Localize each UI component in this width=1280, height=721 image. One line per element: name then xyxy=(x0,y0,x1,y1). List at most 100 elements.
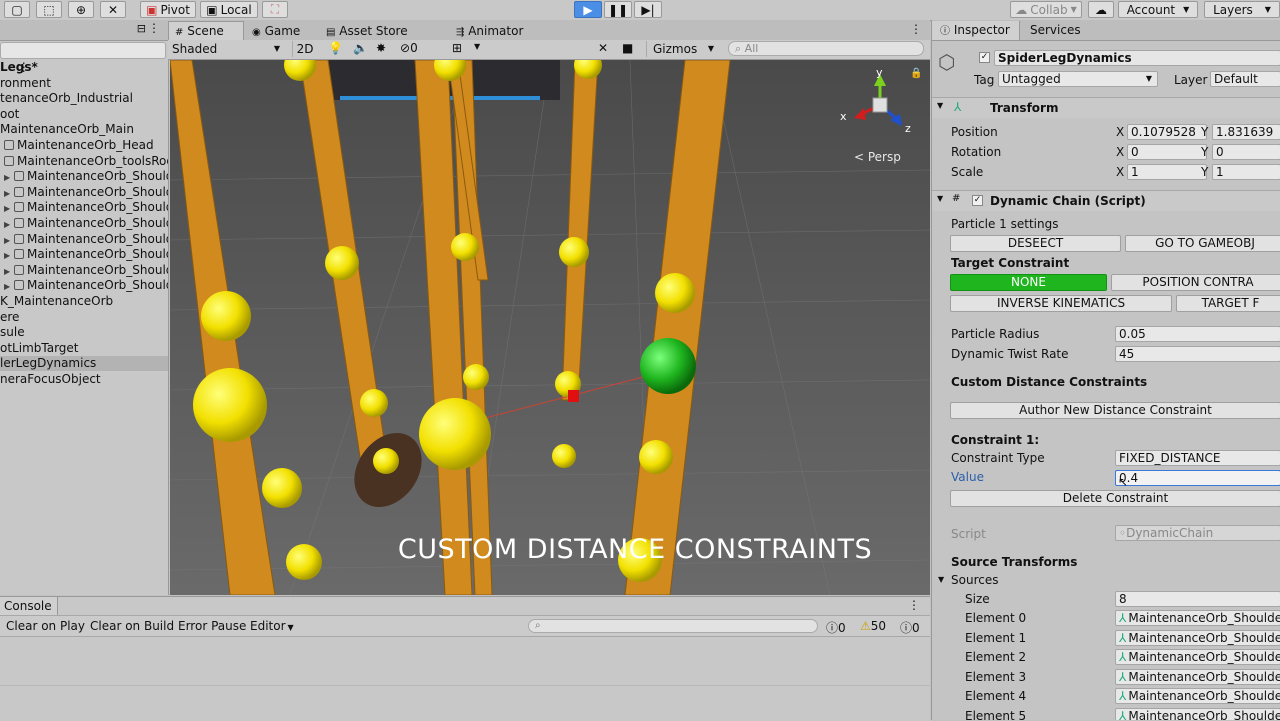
none-button[interactable]: NONE xyxy=(950,274,1107,291)
active-checkbox[interactable]: ✓ xyxy=(979,52,990,63)
pivot-button[interactable]: ▣ Pivot xyxy=(140,1,196,18)
tab-inspector[interactable]: ⓘ Inspector xyxy=(932,21,1020,40)
lock-icon[interactable]: 🔒 xyxy=(910,68,922,79)
transform-x-field[interactable]: 0.1079528 xyxy=(1127,124,1207,140)
transform-x-field[interactable]: 1 xyxy=(1127,164,1207,180)
author-constraint-button[interactable]: Author New Distance Constraint xyxy=(950,402,1280,419)
tools-icon[interactable]: ✕ xyxy=(598,41,608,55)
hierarchy-item[interactable]: Legs* ⋮ xyxy=(0,60,38,75)
hierarchy-item[interactable]: K_MaintenanceOrb xyxy=(0,294,113,309)
hierarchy-item[interactable]: MaintenanceOrb_toolsRoot xyxy=(0,154,168,169)
scene-viewport[interactable]: y x z 🔒 < Persp CUSTOM DISTANCE CONSTRAI… xyxy=(170,60,930,595)
goto-gameobject-button[interactable]: GO TO GAMEOBJ xyxy=(1125,235,1280,252)
chevron-down-icon[interactable]: ▼ xyxy=(938,575,944,584)
source-element-field[interactable]: ⅄ MaintenanceOrb_Shoulder xyxy=(1115,668,1280,685)
tab-asset-store[interactable]: ▤ Asset Store xyxy=(320,22,414,40)
menu-icon[interactable]: ⋮ xyxy=(18,60,30,75)
object-name-field[interactable]: SpiderLegDynamics xyxy=(994,50,1280,66)
transform-y-field[interactable]: 1.831639 xyxy=(1212,124,1280,140)
deselect-button[interactable]: DESEECT xyxy=(950,235,1121,252)
expand-arrow-icon[interactable]: ▶ xyxy=(4,170,14,185)
layer-dropdown[interactable]: Default xyxy=(1210,71,1280,87)
hierarchy-item[interactable]: oot xyxy=(0,107,19,122)
transform-y-field[interactable]: 1 xyxy=(1212,164,1280,180)
menu-icon[interactable]: ⋮ xyxy=(148,21,160,35)
hierarchy-item[interactable]: ronment xyxy=(0,76,51,91)
editor-dropdown[interactable]: Editor ▼ xyxy=(250,619,294,633)
hierarchy-item[interactable]: otLimbTarget xyxy=(0,341,79,356)
light-icon[interactable]: 💡 xyxy=(328,41,343,55)
audio-icon[interactable]: 🔈 xyxy=(353,41,368,55)
hierarchy-item[interactable]: ▶ MaintenanceOrb_Should xyxy=(0,216,168,232)
clear-on-play-button[interactable]: Clear on Play xyxy=(6,619,85,633)
account-dropdown[interactable]: Account ▼ xyxy=(1118,1,1198,18)
hierarchy-item[interactable]: ▶ MaintenanceOrb_Should xyxy=(0,185,168,201)
hierarchy-item[interactable]: ▶ MaintenanceOrb_Should xyxy=(0,169,168,185)
collab-button[interactable]: ☁ Collab ▼ xyxy=(1010,1,1082,18)
effects-icon[interactable]: ✸ xyxy=(376,41,386,55)
transform-header[interactable]: ▼ ⅄ Transform xyxy=(932,97,1280,118)
info-count-toggle[interactable]: ⓘ0 xyxy=(826,619,846,636)
particle-radius-field[interactable]: 0.05 xyxy=(1115,326,1280,342)
expand-arrow-icon[interactable]: ▶ xyxy=(4,186,14,201)
transform-y-field[interactable]: 0 xyxy=(1212,144,1280,160)
hidden-layers-toggle[interactable]: ⊘0 xyxy=(400,41,418,55)
2d-toggle[interactable]: 2D xyxy=(292,41,317,57)
inverse-kinematics-button[interactable]: INVERSE KINEMATICS xyxy=(950,295,1172,312)
play-button[interactable]: ▶ xyxy=(574,1,602,18)
hierarchy-item[interactable]: MaintenanceOrb_Head xyxy=(0,138,154,153)
lock-icon[interactable]: ⊟ xyxy=(137,22,146,35)
clear-on-build-button[interactable]: Clear on Build xyxy=(90,619,174,633)
pause-button[interactable]: ❚❚ xyxy=(604,1,632,18)
gizmos-dropdown[interactable]: Gizmos ▼ xyxy=(646,41,718,57)
source-element-field[interactable]: ⅄ MaintenanceOrb_Shoulder xyxy=(1115,629,1280,646)
expand-arrow-icon[interactable]: ▶ xyxy=(4,201,14,216)
error-pause-button[interactable]: Error Pause xyxy=(178,619,246,633)
twist-rate-field[interactable]: 45 xyxy=(1115,346,1280,362)
tab-game[interactable]: ◉ Game xyxy=(246,22,306,40)
dynamic-chain-header[interactable]: ▼ # ✓ Dynamic Chain (Script) xyxy=(932,190,1280,211)
size-field[interactable]: 8 xyxy=(1115,591,1280,607)
hierarchy-item[interactable]: MaintenanceOrb_Main xyxy=(0,122,134,137)
camera-icon[interactable]: ■ xyxy=(622,41,633,55)
step-button[interactable]: ▶| xyxy=(634,1,662,18)
grid-icon[interactable]: ⊞ xyxy=(452,41,462,55)
hierarchy-item[interactable]: ▶ MaintenanceOrb_Should xyxy=(0,247,168,263)
expand-arrow-icon[interactable]: ▶ xyxy=(4,279,14,294)
source-element-field[interactable]: ⅄ MaintenanceOrb_Shoulder xyxy=(1115,649,1280,665)
warning-count-toggle[interactable]: ⚠50 xyxy=(860,619,886,633)
hierarchy-item[interactable]: ▶ MaintenanceOrb_Should xyxy=(0,263,168,279)
shading-dropdown[interactable]: Shaded ▼ xyxy=(172,41,284,57)
menu-icon[interactable]: ⋮ xyxy=(908,598,920,612)
layers-dropdown[interactable]: Layers ▼ xyxy=(1204,1,1280,18)
tab-services[interactable]: Services xyxy=(1030,21,1081,40)
hierarchy-item[interactable]: neraFocusObject xyxy=(0,372,101,387)
hierarchy-item[interactable]: ere xyxy=(0,310,19,325)
hierarchy-item[interactable]: tenanceOrb_Industrial xyxy=(0,91,133,106)
perspective-label[interactable]: < Persp xyxy=(854,150,901,164)
tab-scene[interactable]: # Scene xyxy=(168,21,244,40)
services-cloud-button[interactable]: ☁ xyxy=(1088,1,1114,18)
tag-dropdown[interactable]: Untagged ▼ xyxy=(998,71,1158,87)
tab-console[interactable]: Console xyxy=(0,597,58,615)
position-constraint-button[interactable]: POSITION CONTRA xyxy=(1111,274,1280,291)
component-enabled-checkbox[interactable]: ✓ xyxy=(972,195,983,206)
rect-tool-button[interactable]: ⬚ xyxy=(36,1,62,18)
constraint-value-field[interactable]: 0.4 xyxy=(1115,470,1280,486)
expand-arrow-icon[interactable]: ▶ xyxy=(4,233,14,248)
menu-icon[interactable]: ⋮ xyxy=(910,22,922,36)
tab-animator[interactable]: ⇶ Animator xyxy=(450,22,529,40)
expand-arrow-icon[interactable]: ▶ xyxy=(4,248,14,263)
hierarchy-item[interactable]: lerLegDynamics xyxy=(0,356,168,372)
transform-tool-button[interactable]: ⊕ xyxy=(68,1,94,18)
target-f-button[interactable]: TARGET F xyxy=(1176,295,1280,312)
hierarchy-search-input[interactable] xyxy=(0,42,166,59)
constraint-type-dropdown[interactable]: FIXED_DISTANCE xyxy=(1115,450,1280,466)
expand-arrow-icon[interactable]: ▶ xyxy=(4,264,14,279)
hand-tool-button[interactable]: ▢ xyxy=(4,1,30,18)
expand-arrow-icon[interactable]: ▶ xyxy=(4,217,14,232)
scene-search-input[interactable]: ⌕ All xyxy=(728,41,924,56)
local-button[interactable]: ▣ Local xyxy=(200,1,258,18)
hierarchy-item[interactable]: ▶ MaintenanceOrb_Should xyxy=(0,200,168,216)
source-element-field[interactable]: ⅄ MaintenanceOrb_Shoulder xyxy=(1115,707,1280,720)
